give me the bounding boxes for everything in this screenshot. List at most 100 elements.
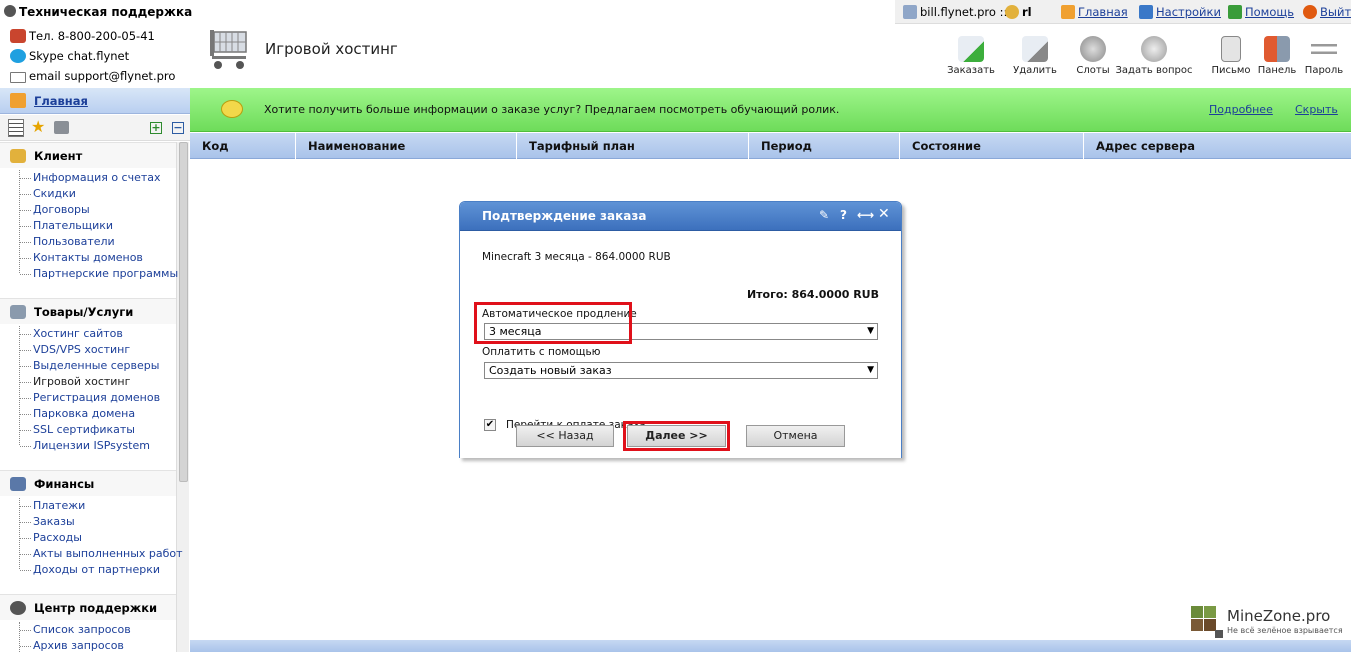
sidebar-item-game-hosting[interactable]: Игровой хостинг [19,375,130,389]
chevron-down-icon: ▼ [867,326,874,336]
house-icon [1061,5,1075,19]
sidebar-item-domain-registration[interactable]: Регистрация доменов [19,391,160,405]
scrollbar-thumb[interactable] [179,142,188,482]
slots-icon [1080,36,1106,62]
support-title: Техническая поддержка [4,3,192,21]
settings-link[interactable]: Настройки [1139,5,1221,19]
pay-with-select[interactable]: Создать новый заказ ▼ [484,362,878,379]
sidebar-item-accounts-info[interactable]: Информация о счетах [20,171,161,185]
server-icon [903,5,917,19]
speech-bubble-icon [221,100,243,118]
sidebar-item-payers[interactable]: Плательщики [19,219,113,233]
sidebar-section-client[interactable]: Клиент [0,142,176,168]
help-link[interactable]: Помощь [1228,5,1294,19]
letter-icon [1221,36,1241,62]
sidebar-home-link[interactable]: Главная [34,94,88,108]
watermark-tagline: Не всё зелёное взрывается [1227,626,1343,635]
sidebar-scrollbar[interactable] [176,142,189,652]
column-status[interactable]: Состояние [900,133,1084,159]
tree-line [19,498,31,569]
info-banner: Хотите получить больше информации о зака… [190,88,1351,132]
sidebar-section-support[interactable]: Центр поддержки [0,594,176,620]
finance-icon [10,477,26,491]
watermark-brand: MineZone.pro [1227,607,1331,625]
sidebar-item-dedicated-servers[interactable]: Выделенные серверы [19,359,159,373]
top-bar: bill.flynet.pro :: rl Главная Настройки … [895,0,1351,24]
briefcase-icon[interactable] [54,121,69,134]
home-link[interactable]: Главная [1061,5,1128,19]
logo-block [1191,619,1203,631]
sidebar-item-web-hosting[interactable]: Хостинг сайтов [20,327,123,341]
skype-icon [10,49,26,63]
sidebar-item-expenses[interactable]: Расходы [20,531,82,545]
password-button[interactable]: Пароль [1296,36,1351,76]
highlight-next [623,421,730,451]
dialog-header[interactable]: Подтверждение заказа ✎ ? ⟷ ✕ [460,202,901,230]
sidebar-item-payments[interactable]: Платежи [19,499,85,513]
order-product: Minecraft 3 месяца - 864.0000 RUB [482,251,671,263]
support-block: Техническая поддержка Тел. 8-800-200-05-… [0,0,192,88]
sidebar-section-finance[interactable]: Финансы [0,470,176,496]
star-icon[interactable]: ★ [31,119,45,135]
tree-line [19,622,31,652]
ask-question-button[interactable]: Задать вопрос [1113,36,1195,76]
sidebar-home[interactable]: Главная [0,88,190,114]
banner-message: Хотите получить больше информации о зака… [264,103,840,116]
delete-button[interactable]: Удалить [1007,36,1063,76]
logo-block [1204,606,1216,618]
logo-block [1215,630,1223,638]
sidebar-item-tickets-archive[interactable]: Архив запросов [20,639,124,653]
sidebar-item-ispsystem-licenses[interactable]: Лицензии ISPsystem [20,439,150,453]
sidebar-item-ssl[interactable]: SSL сертификаты [20,423,135,437]
banner-more-link[interactable]: Подробнее [1209,103,1273,116]
sidebar-item-vds-hosting[interactable]: VDS/VPS хостинг [19,343,130,357]
phone-icon [10,29,26,43]
support-phone: Тел. 8-800-200-05-41 [10,27,155,45]
goto-payment-checkbox[interactable]: ✔ [484,419,496,431]
column-tariff[interactable]: Тарифный план [517,133,749,159]
cancel-button[interactable]: Отмена [746,425,845,447]
sidebar-item-tickets[interactable]: Список запросов [20,623,131,637]
back-button[interactable]: << Назад [516,425,614,447]
cart-icon [10,305,26,319]
cart-icon [210,30,247,69]
help-icon[interactable]: ? [840,208,847,222]
sidebar-item-contracts[interactable]: Договоры [20,203,90,217]
column-name[interactable]: Наименование [296,133,517,159]
sidebar-item-domain-parking[interactable]: Парковка домена [19,407,135,421]
support-skype[interactable]: Skype chat.flynet [10,47,129,65]
dialog-body: Minecraft 3 месяца - 864.0000 RUB Итого:… [460,230,901,458]
headset-icon [4,5,16,17]
column-server-address[interactable]: Адрес сервера [1084,133,1351,159]
resize-icon[interactable]: ⟷ [857,208,874,222]
chevron-down-icon: ▼ [867,365,874,375]
power-icon [1303,5,1317,19]
collapse-all-icon[interactable]: − [172,122,184,134]
sidebar-item-orders[interactable]: Заказы [20,515,75,529]
dialog-title: Подтверждение заказа [482,209,647,223]
table-header: Код Наименование Тарифный план Период Со… [190,133,1351,159]
column-code[interactable]: Код [190,133,296,159]
sidebar-item-partner-income[interactable]: Доходы от партнерки [19,563,160,577]
user-icon [1005,5,1019,19]
order-button[interactable]: Заказать [943,36,999,76]
support-email[interactable]: email support@flynet.pro [10,67,175,85]
house-icon [10,93,26,108]
sidebar-item-domain-contacts[interactable]: Контакты доменов [20,251,143,265]
pin-icon[interactable]: ✎ [819,208,829,222]
sidebar-item-partner-programs[interactable]: Партнерские программы [19,267,178,281]
close-icon[interactable]: ✕ [878,206,890,222]
settings-icon [1139,5,1153,19]
add-document-icon [958,36,984,62]
banner-hide-link[interactable]: Скрыть [1295,103,1338,116]
list-view-icon[interactable] [8,119,24,137]
sidebar-item-users[interactable]: Пользователи [20,235,115,249]
sidebar-item-discounts[interactable]: Скидки [20,187,76,201]
watermark: MineZone.pro Не всё зелёное взрывается [1189,604,1351,640]
user-label[interactable]: rl [1005,5,1032,19]
sidebar-item-acts[interactable]: Акты выполненных работ [20,547,183,561]
sidebar-section-products[interactable]: Товары/Услуги [0,298,176,324]
expand-all-icon[interactable]: + [150,122,162,134]
exit-link[interactable]: Выйти [1303,5,1351,19]
column-period[interactable]: Период [749,133,900,159]
